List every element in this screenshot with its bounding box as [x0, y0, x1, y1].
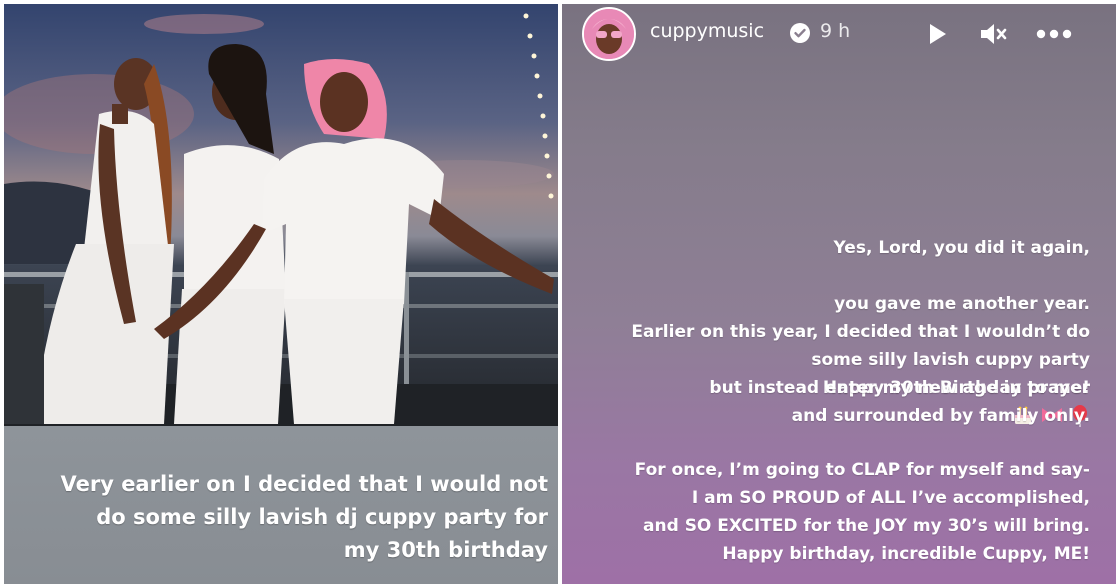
more-options-icon: [1036, 29, 1072, 39]
story-paragraph-2: Earlier on this year, I decided that I w…: [631, 322, 1090, 426]
story-paragraph-3: For once, I’m going to CLAP for myself a…: [634, 460, 1090, 564]
paragraph-1-line-2: you gave me another year.: [834, 294, 1090, 314]
left-caption-area: Very earlier on I decided that I would n…: [4, 426, 558, 584]
post-time: 9 h: [820, 20, 851, 42]
avatar[interactable]: [582, 7, 636, 61]
username[interactable]: cuppymusic: [650, 20, 764, 42]
left-story-panel: Very earlier on I decided that I would n…: [4, 4, 558, 584]
story-header: cuppymusic 9 h: [562, 4, 1116, 64]
mute-icon: [981, 24, 1007, 44]
verified-badge-icon: [790, 23, 810, 43]
paragraph-1-line-1: Yes, Lord, you did it again,: [833, 238, 1090, 258]
play-icon: [930, 24, 946, 44]
left-caption-text: Very earlier on I decided that I would n…: [60, 472, 548, 562]
birthday-photo: [4, 4, 558, 426]
mute-button[interactable]: [975, 16, 1011, 52]
right-story-panel: cuppymusic 9 h Yes, Lord, you did it aga…: [562, 4, 1116, 584]
avatar-image: [584, 9, 634, 59]
play-button[interactable]: [919, 16, 955, 52]
more-options-button[interactable]: [1036, 16, 1072, 52]
photo-illustration: [4, 4, 558, 426]
